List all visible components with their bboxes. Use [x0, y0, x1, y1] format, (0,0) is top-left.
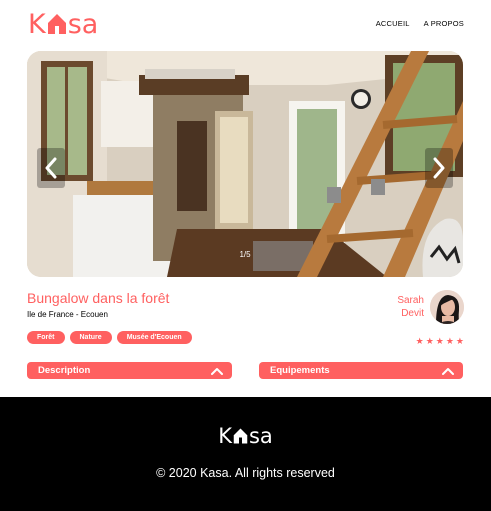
site-header: K sa ACCUEIL A PROPOS	[0, 0, 491, 48]
tag-list: Forêt Nature Musée d'Ecouen	[27, 331, 192, 344]
host-info: Sarah Devit	[397, 290, 464, 324]
chevron-up-icon	[442, 367, 454, 375]
nav-link-accueil[interactable]: ACCUEIL	[376, 19, 410, 28]
footer-logo-letters-sa: sa	[248, 424, 273, 448]
host-first-name: Sarah	[397, 295, 424, 306]
host-avatar	[430, 290, 464, 324]
house-logo-icon	[47, 14, 66, 34]
star-icon: ★	[455, 336, 464, 346]
kasa-logo[interactable]: K sa	[28, 8, 98, 40]
main-nav: ACCUEIL A PROPOS	[376, 19, 464, 28]
nav-link-a-propos[interactable]: A PROPOS	[424, 19, 464, 28]
host-last-name: Devit	[401, 308, 424, 319]
star-icon: ★	[445, 336, 454, 346]
site-footer: K sa © 2020 Kasa. All rights reserved	[0, 397, 491, 511]
star-icon: ★	[435, 336, 444, 346]
footer-logo-letter-k: K	[218, 424, 232, 448]
tag-musee-ecouen: Musée d'Ecouen	[116, 331, 192, 344]
listing-title: Bungalow dans la forêt	[27, 290, 170, 306]
copyright-text: © 2020 Kasa. All rights reserved	[156, 466, 335, 480]
footer-logo: K sa	[0, 424, 491, 448]
logo-letters-sa: sa	[67, 8, 99, 40]
rating-stars: ★ ★ ★ ★ ★	[416, 337, 464, 346]
chevron-up-icon	[211, 367, 223, 375]
chevron-left-icon	[45, 157, 57, 179]
house-logo-icon	[233, 428, 248, 444]
photo-gallery: 1/5	[27, 51, 463, 277]
host-portrait-icon	[430, 290, 464, 324]
tag-nature: Nature	[69, 331, 112, 344]
image-counter: 1/5	[239, 250, 251, 259]
star-icon: ★	[425, 336, 434, 346]
logo-letter-k: K	[28, 8, 46, 40]
chevron-right-icon	[433, 157, 445, 179]
description-collapse-label: Description	[38, 365, 91, 376]
host-name: Sarah Devit	[397, 294, 424, 320]
description-collapse-header[interactable]: Description	[27, 362, 232, 379]
equipments-collapse-header[interactable]: Equipements	[259, 362, 463, 379]
previous-image-button[interactable]	[37, 148, 65, 188]
listing-location: Ile de France - Ecouen	[27, 310, 108, 319]
tag-foret: Forêt	[27, 331, 65, 344]
equipments-collapse-label: Equipements	[270, 365, 330, 376]
star-icon: ★	[415, 336, 424, 346]
listing-photo	[27, 51, 463, 277]
next-image-button[interactable]	[425, 148, 453, 188]
